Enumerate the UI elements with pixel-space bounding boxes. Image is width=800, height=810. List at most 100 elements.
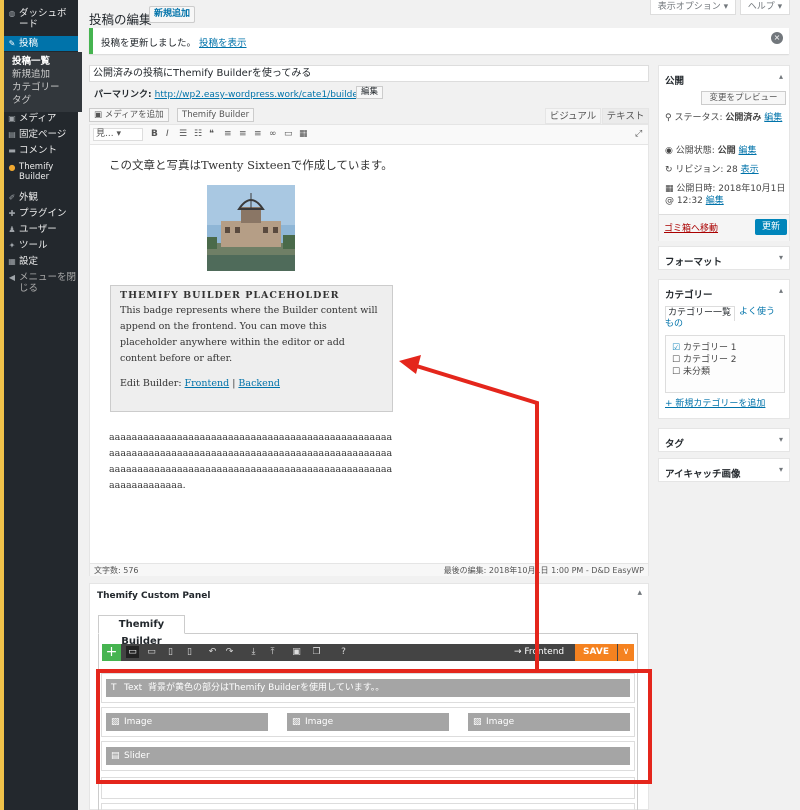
- view-post-link[interactable]: 投稿を表示: [199, 38, 247, 49]
- align-left-icon[interactable]: ≡: [224, 129, 232, 139]
- plugin-icon: ✚: [8, 209, 16, 218]
- placeholder-edit: Edit Builder: Frontend | Backend: [120, 378, 280, 389]
- settings-icon: ▦: [8, 257, 16, 266]
- import-icon[interactable]: ⤓: [247, 646, 260, 658]
- last-edit: 最後の編集: 2018年10月1日 1:00 PM - D&D EasyWP: [443, 566, 644, 575]
- add-media-button[interactable]: ▣ メディアを追加: [89, 108, 169, 122]
- preview-changes-button[interactable]: 変更をプレビュー: [701, 91, 786, 105]
- themify-builder-button[interactable]: Themify Builder: [177, 108, 255, 122]
- tab-text[interactable]: テキスト: [602, 108, 649, 124]
- menu-dashboard[interactable]: ◍ ダッシュボード: [8, 8, 82, 30]
- frontend-link[interactable]: Frontend: [185, 378, 230, 389]
- permalink-url[interactable]: http://wp2.easy-wordpress.work/cate1/bui…: [155, 90, 365, 100]
- desktop-icon[interactable]: ▭: [126, 646, 139, 658]
- add-module-icon[interactable]: +: [102, 644, 121, 661]
- chevron-up-icon[interactable]: ▴: [637, 588, 642, 598]
- highlight-box: [96, 669, 652, 784]
- export-icon[interactable]: ⤒: [266, 646, 279, 658]
- add-category-link[interactable]: + 新規カテゴリーを追加: [665, 396, 765, 409]
- permalink-edit-button[interactable]: 編集: [356, 86, 384, 99]
- blockquote-icon[interactable]: ❝: [209, 129, 214, 139]
- screen-options-tab[interactable]: 表示オプション ▾: [650, 0, 736, 15]
- more-tag-icon[interactable]: ▭: [284, 129, 293, 139]
- undo-icon[interactable]: ↶: [206, 646, 219, 658]
- backend-link[interactable]: Backend: [238, 378, 280, 389]
- menu-posts[interactable]: ✎ 投稿: [4, 36, 78, 51]
- visibility-edit-link[interactable]: 編集: [739, 146, 757, 156]
- tab-popular-categories[interactable]: よく使うもの: [665, 306, 783, 330]
- italic-icon[interactable]: I: [166, 129, 169, 139]
- submenu-tags[interactable]: タグ: [12, 95, 31, 106]
- duplicate-icon[interactable]: ❐: [310, 646, 323, 658]
- menu-comments[interactable]: ▬ コメント: [8, 145, 82, 156]
- frontend-button[interactable]: → Frontend: [514, 647, 564, 657]
- editor-content[interactable]: この文章と写真はTwenty Sixteenで作成しています。 THEMIFY …: [90, 145, 648, 563]
- redo-icon[interactable]: ↷: [223, 646, 236, 658]
- submenu-add-new[interactable]: 新規追加: [12, 69, 50, 80]
- media-icon: ▣: [8, 114, 16, 123]
- tags-box[interactable]: タグ ▾: [658, 428, 790, 452]
- publish-box: 公開 ▴ 変更をプレビュー ⚲ ステータス: 公開済み 編集 ◉ 公開状態: 公…: [658, 65, 790, 241]
- placeholder-title: THEMIFY BUILDER PLACEHOLDER: [120, 290, 340, 301]
- tab-themify-builder[interactable]: Themify Builder: [98, 615, 185, 647]
- trash-link[interactable]: ゴミ箱へ移動: [664, 221, 718, 234]
- layout-icon[interactable]: ▣: [290, 646, 303, 658]
- menu-appearance[interactable]: ✐ 外観: [8, 192, 82, 203]
- category-item[interactable]: ☐ 未分類: [672, 366, 710, 378]
- page-title: 投稿の編集: [89, 12, 152, 27]
- submenu-categories[interactable]: カテゴリー: [12, 82, 60, 93]
- chevron-up-icon[interactable]: ▴: [779, 286, 783, 295]
- tab-visual[interactable]: ビジュアル: [545, 108, 601, 124]
- add-new-button[interactable]: 新規追加: [149, 6, 195, 23]
- tablet-landscape-icon[interactable]: ▭: [145, 646, 158, 658]
- notice-message: 投稿を更新しました。: [101, 38, 197, 49]
- category-item[interactable]: ☐ カテゴリー 2: [672, 354, 737, 366]
- bullet-list-icon[interactable]: ☰: [179, 129, 187, 139]
- dismiss-icon[interactable]: ×: [771, 32, 783, 44]
- update-notice: 投稿を更新しました。 投稿を表示 ×: [89, 28, 789, 54]
- submenu-all-posts[interactable]: 投稿一覧: [12, 56, 50, 67]
- tablet-icon[interactable]: ▯: [164, 646, 177, 658]
- numbered-list-icon[interactable]: ☷: [194, 129, 202, 139]
- dome-photo: [207, 185, 295, 271]
- page-icon: ▤: [8, 130, 16, 139]
- chevron-down-icon[interactable]: ▾: [779, 435, 783, 444]
- bold-icon[interactable]: B: [151, 129, 158, 139]
- dashboard-icon: ◍: [8, 9, 16, 18]
- menu-pages[interactable]: ▤ 固定ページ: [8, 129, 82, 140]
- save-button[interactable]: SAVE: [575, 644, 617, 661]
- brush-icon: ✐: [8, 193, 16, 202]
- format-select[interactable]: 見... ▾: [93, 128, 143, 141]
- toolbar-toggle-icon[interactable]: ▦: [299, 129, 308, 139]
- help-icon[interactable]: ?: [337, 646, 350, 658]
- menu-media[interactable]: ▣ メディア: [8, 113, 82, 124]
- post-editor: 見... ▾ B I ☰ ☷ ❝ ≡ ≡ ≡ ∞ ▭ ▦ ⤢ この文章と写真はT…: [89, 124, 649, 576]
- chevron-down-icon[interactable]: ▾: [779, 253, 783, 262]
- revisions-link[interactable]: 表示: [741, 165, 759, 175]
- mobile-icon[interactable]: ▯: [183, 646, 196, 658]
- help-tab[interactable]: ヘルプ ▾: [740, 0, 790, 15]
- date-edit-link[interactable]: 編集: [706, 196, 724, 206]
- menu-collapse[interactable]: ◀ メニューを閉じる: [8, 272, 82, 294]
- category-item[interactable]: ☑ カテゴリー 1: [672, 342, 737, 354]
- menu-users[interactable]: ♟ ユーザー: [8, 224, 82, 235]
- link-icon[interactable]: ∞: [269, 129, 277, 139]
- align-right-icon[interactable]: ≡: [254, 129, 262, 139]
- update-button[interactable]: 更新: [755, 219, 787, 235]
- revisions-icon: ↻: [665, 165, 676, 175]
- menu-tools[interactable]: ✦ ツール: [8, 240, 82, 251]
- align-center-icon[interactable]: ≡: [239, 129, 247, 139]
- save-dropdown-icon[interactable]: ∨: [618, 644, 634, 661]
- fullscreen-icon[interactable]: ⤢: [635, 129, 642, 139]
- menu-themify[interactable]: ● Themify Builder: [8, 162, 82, 182]
- menu-plugins[interactable]: ✚ プラグイン: [8, 208, 82, 219]
- status-edit-link[interactable]: 編集: [764, 113, 782, 123]
- format-box[interactable]: フォーマット ▾: [658, 246, 790, 270]
- post-title-input[interactable]: 公開済みの投稿にThemify Builderを使ってみる: [89, 65, 649, 82]
- checkbox-icon: ☐: [672, 367, 683, 377]
- featured-image-box[interactable]: アイキャッチ画像 ▾: [658, 458, 790, 482]
- menu-settings[interactable]: ▦ 設定: [8, 256, 82, 267]
- chevron-up-icon[interactable]: ▴: [779, 72, 783, 81]
- eye-icon: ◉: [665, 146, 676, 156]
- chevron-down-icon[interactable]: ▾: [779, 465, 783, 474]
